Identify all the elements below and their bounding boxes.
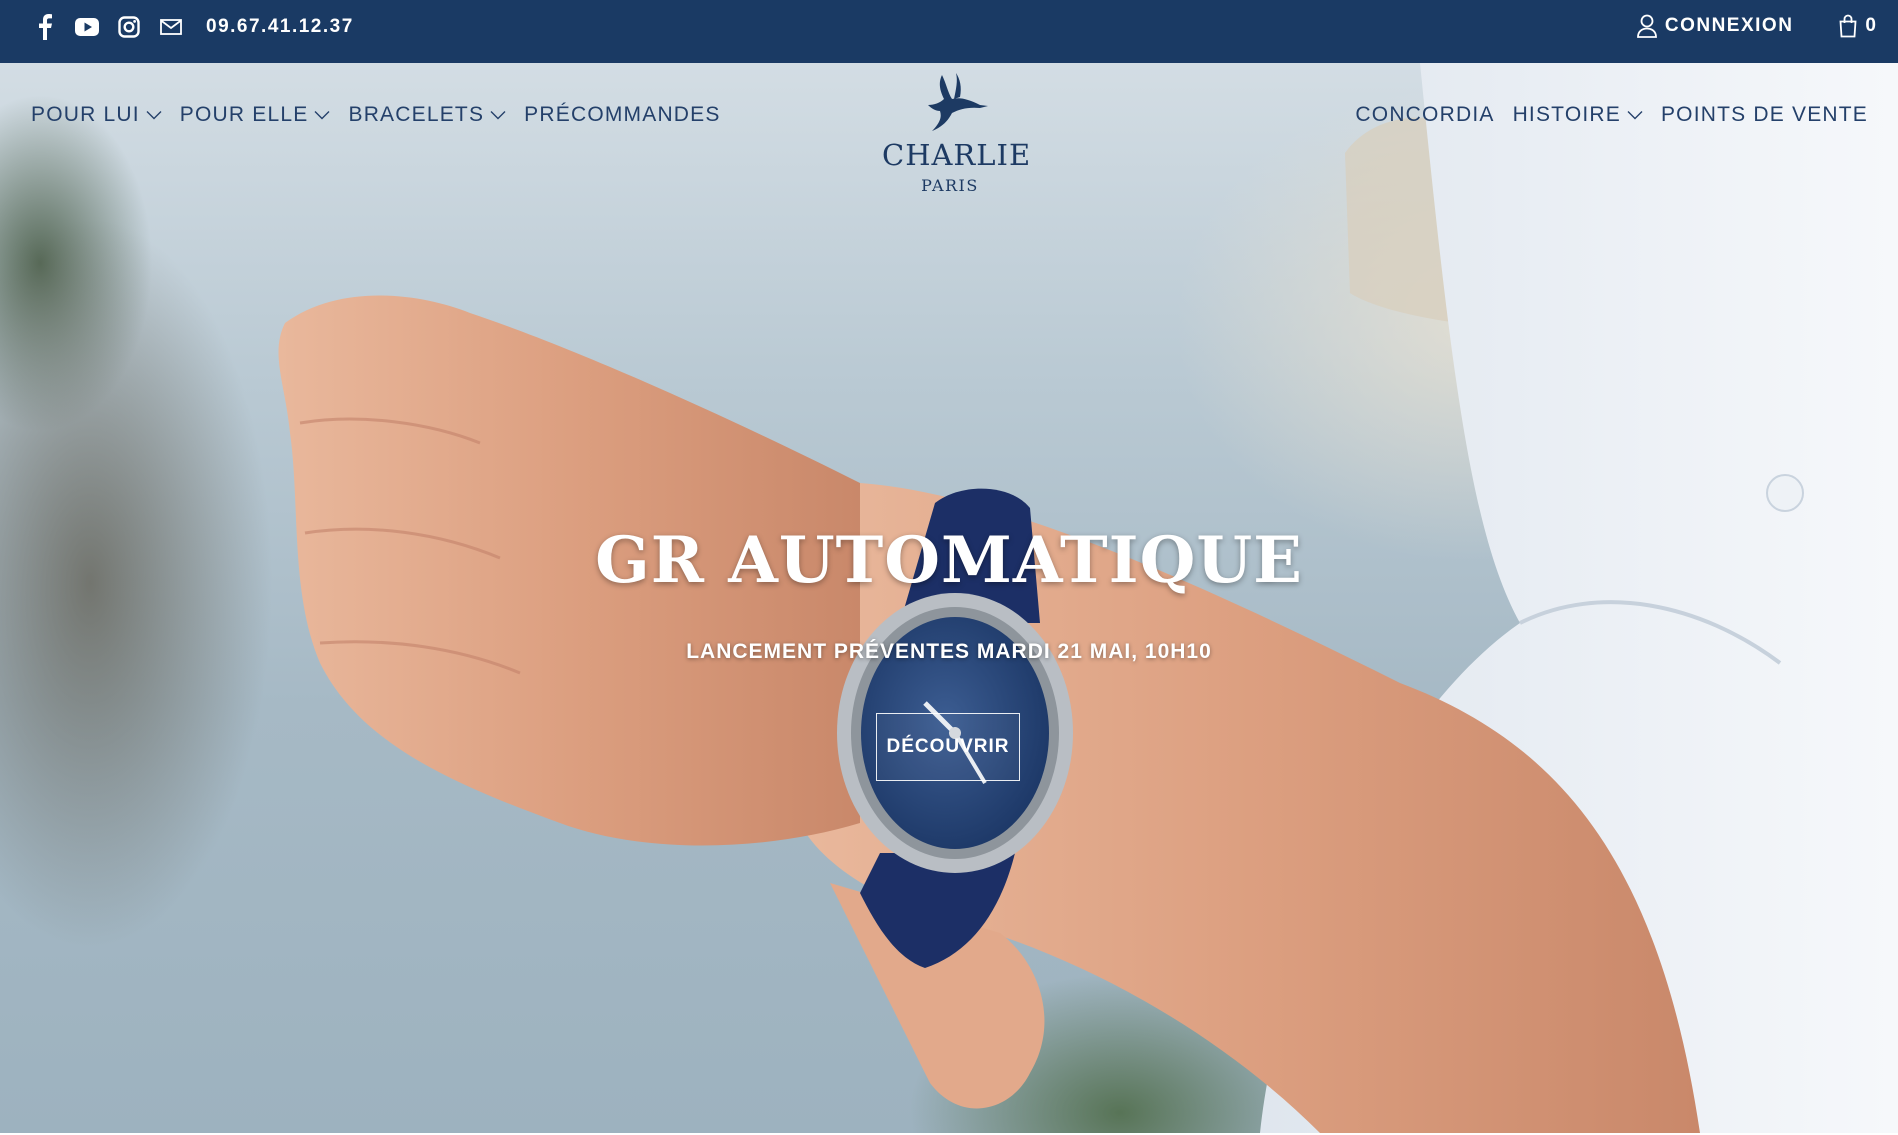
- logo-city: PARIS: [921, 176, 979, 195]
- shopping-bag-icon: [1839, 14, 1857, 38]
- nav-points-de-vente[interactable]: POINTS DE VENTE: [1661, 103, 1868, 127]
- hero-title: GR AUTOMATIQUE: [595, 523, 1303, 598]
- nav-bracelets-label: BRACELETS: [348, 103, 485, 126]
- youtube-icon[interactable]: [74, 14, 100, 40]
- login-link[interactable]: CONNEXION: [1636, 14, 1794, 38]
- nav-points-de-vente-label: POINTS DE VENTE: [1660, 103, 1868, 126]
- user-icon: [1636, 14, 1657, 38]
- brand-logo[interactable]: CHARLIE PARIS: [882, 69, 1032, 195]
- cart-link[interactable]: 0: [1839, 14, 1876, 38]
- logo-brand-name: CHARLIE: [882, 138, 1032, 172]
- nav-pour-lui-label: POUR LUI: [31, 103, 140, 126]
- heron-logo-icon: [928, 73, 988, 131]
- cart-count: 0: [1865, 15, 1876, 36]
- nav-pour-lui[interactable]: POUR LUI: [31, 103, 162, 127]
- top-utility-bar: 09.67.41.12.37 CONNEXION 0: [0, 0, 1898, 63]
- discover-button[interactable]: DÉCOUVRIR: [876, 713, 1020, 781]
- nav-bracelets[interactable]: BRACELETS: [348, 103, 506, 127]
- phone-number[interactable]: 09.67.41.12.37: [206, 14, 354, 40]
- discover-button-label: DÉCOUVRIR: [886, 736, 1010, 757]
- hero-subtitle: LANCEMENT PRÉVENTES MARDI 21 MAI, 10H10: [686, 640, 1212, 663]
- nav-histoire-label: HISTOIRE: [1512, 103, 1621, 126]
- chevron-down-icon: [146, 110, 162, 120]
- login-label: CONNEXION: [1664, 15, 1794, 36]
- mail-icon[interactable]: [158, 14, 184, 40]
- chevron-down-icon: [1627, 110, 1643, 120]
- nav-histoire[interactable]: HISTOIRE: [1513, 103, 1643, 127]
- social-links: 09.67.41.12.37: [32, 14, 354, 40]
- nav-pour-elle[interactable]: POUR ELLE: [180, 103, 331, 127]
- nav-concordia-label: CONCORDIA: [1355, 103, 1495, 126]
- instagram-icon[interactable]: [116, 14, 142, 40]
- main-nav-left: POUR LUI POUR ELLE BRACELETS PRÉCOMMANDE…: [31, 103, 739, 127]
- nav-concordia[interactable]: CONCORDIA: [1355, 103, 1494, 127]
- chevron-down-icon: [314, 110, 330, 120]
- main-nav-right: CONCORDIA HISTOIRE POINTS DE VENTE: [1337, 103, 1868, 127]
- facebook-icon[interactable]: [32, 14, 58, 40]
- chevron-down-icon: [490, 110, 506, 120]
- hero-banner: POUR LUI POUR ELLE BRACELETS PRÉCOMMANDE…: [0, 63, 1898, 1133]
- nav-pour-elle-label: POUR ELLE: [179, 103, 309, 126]
- hero-background-image: [278, 63, 1898, 1133]
- nav-precommandes-label: PRÉCOMMANDES: [524, 103, 721, 126]
- nav-precommandes[interactable]: PRÉCOMMANDES: [524, 103, 720, 127]
